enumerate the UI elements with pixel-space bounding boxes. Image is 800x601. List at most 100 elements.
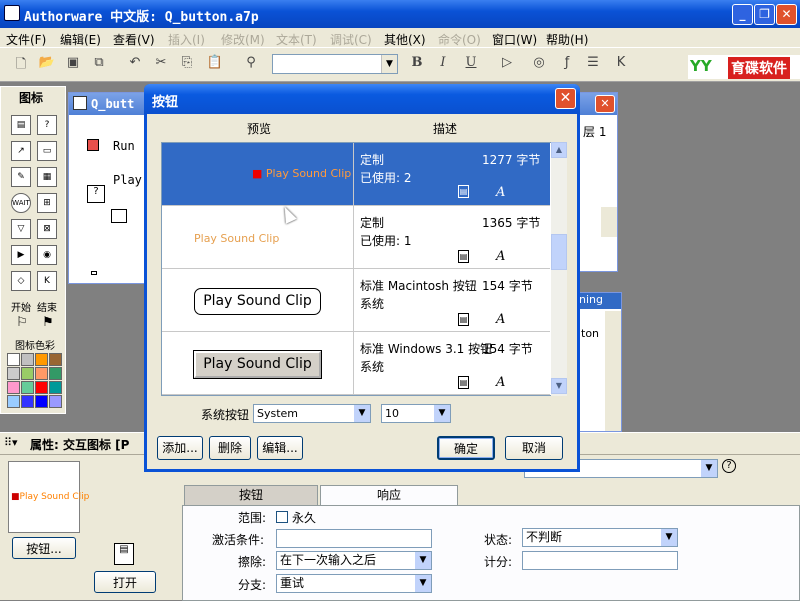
- color-swatch[interactable]: [21, 395, 34, 408]
- close-icon[interactable]: ✕: [595, 95, 615, 113]
- selected-response[interactable]: ning: [579, 293, 621, 309]
- edit-button[interactable]: 编辑...: [257, 436, 303, 460]
- flowline-item-run[interactable]: Run: [113, 139, 135, 153]
- functions-icon[interactable]: ƒ: [558, 55, 576, 73]
- color-swatch[interactable]: [35, 395, 48, 408]
- undo-icon[interactable]: ↶: [126, 55, 144, 73]
- menu-file[interactable]: 文件(F): [6, 31, 46, 48]
- menu-window[interactable]: 窗口(W): [492, 31, 537, 48]
- color-swatch[interactable]: [49, 395, 62, 408]
- decision-icon[interactable]: ?: [37, 115, 57, 135]
- start-flag-icon[interactable]: ⚐: [13, 315, 31, 333]
- import-icon[interactable]: ⧉: [90, 55, 108, 73]
- tab-response[interactable]: 响应: [320, 485, 458, 505]
- save-all-icon[interactable]: ▣: [64, 55, 82, 73]
- menu-text[interactable]: 文本(T): [276, 31, 317, 48]
- collapse-arrow-icon[interactable]: ⠿▾: [4, 436, 18, 449]
- menu-modify[interactable]: 修改(M): [221, 31, 265, 48]
- scroll-down-icon[interactable]: ▼: [551, 378, 567, 394]
- color-swatch[interactable]: [49, 367, 62, 380]
- delete-button[interactable]: 删除: [209, 436, 251, 460]
- list-scrollbar[interactable]: ▲ ▼: [551, 142, 567, 396]
- layer-scrollbar[interactable]: [601, 207, 617, 237]
- list-item[interactable]: ■ Play Sound Clip 定制 已使用: 2 1277 字节 ▤ A: [162, 143, 550, 206]
- color-swatch[interactable]: [7, 353, 20, 366]
- tab-button[interactable]: 按钮: [184, 485, 318, 505]
- font-dropdown[interactable]: System ▼: [253, 404, 371, 423]
- color-swatch[interactable]: [21, 367, 34, 380]
- style-combo[interactable]: ▼: [272, 54, 398, 74]
- interaction-node-icon[interactable]: ?: [87, 185, 105, 203]
- restore-button[interactable]: ❐: [754, 4, 775, 25]
- flowline-item-play[interactable]: Play: [113, 173, 142, 187]
- color-swatch[interactable]: [35, 367, 48, 380]
- menu-debug[interactable]: 调试(C): [330, 31, 372, 48]
- dvd-icon[interactable]: ◉: [37, 245, 57, 265]
- close-button[interactable]: ✕: [776, 4, 797, 25]
- menu-help[interactable]: 帮助(H): [546, 31, 588, 48]
- open-button[interactable]: 打开: [94, 571, 156, 593]
- open-file-icon[interactable]: 📂: [38, 55, 56, 73]
- run-display-icon[interactable]: [87, 139, 99, 151]
- bold-button[interactable]: B: [408, 55, 426, 73]
- menu-command[interactable]: 命令(O): [438, 31, 481, 48]
- menu-view[interactable]: 查看(V): [113, 31, 155, 48]
- end-flag-icon[interactable]: ⚑: [39, 315, 57, 333]
- motion-icon[interactable]: ↗: [11, 141, 31, 161]
- cancel-button[interactable]: 取消: [505, 436, 563, 460]
- find-icon[interactable]: ⚲: [242, 55, 260, 73]
- framework-icon[interactable]: ▦: [37, 167, 57, 187]
- navigate-icon[interactable]: ▭: [37, 141, 57, 161]
- response-scrollbar[interactable]: [605, 311, 621, 431]
- copy-icon[interactable]: ⎘: [178, 55, 196, 73]
- underline-button[interactable]: U: [462, 55, 480, 73]
- interaction-icon[interactable]: ▽: [11, 219, 31, 239]
- color-swatch[interactable]: [7, 395, 20, 408]
- wait-icon[interactable]: WAIT: [11, 193, 31, 213]
- paste-icon[interactable]: 📋: [206, 55, 224, 73]
- color-swatch[interactable]: [7, 381, 20, 394]
- branch-dropdown[interactable]: 重试 ▼: [276, 574, 432, 593]
- scroll-up-icon[interactable]: ▲: [551, 142, 567, 158]
- control-panel-icon[interactable]: ◎: [530, 55, 548, 73]
- digital-movie-icon[interactable]: ▶: [11, 245, 31, 265]
- score-input[interactable]: [522, 551, 678, 570]
- list-item[interactable]: Play Sound Clip 定制 已使用: 1 1365 字节 ▤ A: [162, 206, 550, 269]
- list-item[interactable]: Play Sound Clip 标准 Windows 3.1 按钮 系统 154…: [162, 332, 550, 395]
- color-swatch[interactable]: [35, 353, 48, 366]
- add-button[interactable]: 添加...: [157, 436, 203, 460]
- minimize-button[interactable]: _: [732, 4, 753, 25]
- button-settings-button[interactable]: 按钮...: [12, 537, 76, 559]
- color-swatch[interactable]: [35, 381, 48, 394]
- menu-insert[interactable]: 插入(I): [168, 31, 205, 48]
- color-swatch[interactable]: [49, 381, 62, 394]
- list-item[interactable]: Play Sound Clip 标准 Macintosh 按钮 系统 154 字…: [162, 269, 550, 332]
- menu-edit[interactable]: 编辑(E): [60, 31, 101, 48]
- knowledge-object-icon[interactable]: K: [37, 271, 57, 291]
- activate-condition-input[interactable]: [276, 529, 432, 548]
- help-icon[interactable]: ?: [722, 459, 736, 473]
- color-swatch[interactable]: [7, 367, 20, 380]
- run-icon[interactable]: ▷: [498, 55, 516, 73]
- menu-other[interactable]: 其他(X): [384, 31, 426, 48]
- sound-icon[interactable]: ◇: [11, 271, 31, 291]
- size-dropdown[interactable]: 10 ▼: [381, 404, 451, 423]
- color-swatch[interactable]: [21, 381, 34, 394]
- map-icon[interactable]: ⊠: [37, 219, 57, 239]
- response-map-icon[interactable]: [111, 209, 127, 223]
- status-dropdown[interactable]: 不判断 ▼: [522, 528, 678, 547]
- dialog-close-button[interactable]: ✕: [555, 88, 576, 109]
- italic-button[interactable]: I: [434, 55, 452, 73]
- knowledge-objects-icon[interactable]: K: [612, 55, 630, 73]
- response-item-on[interactable]: ton: [581, 327, 599, 340]
- scope-checkbox[interactable]: [276, 511, 288, 523]
- new-file-icon[interactable]: 🗋: [12, 55, 30, 73]
- erase-dropdown[interactable]: 在下一次输入之后 ▼: [276, 551, 432, 570]
- calculation-icon[interactable]: ⊞: [37, 193, 57, 213]
- display-icon[interactable]: ▤: [11, 115, 31, 135]
- scroll-thumb[interactable]: [551, 234, 567, 270]
- ok-button[interactable]: 确定: [437, 436, 495, 460]
- color-swatch[interactable]: [49, 353, 62, 366]
- cut-icon[interactable]: ✂: [152, 55, 170, 73]
- color-swatch[interactable]: [21, 353, 34, 366]
